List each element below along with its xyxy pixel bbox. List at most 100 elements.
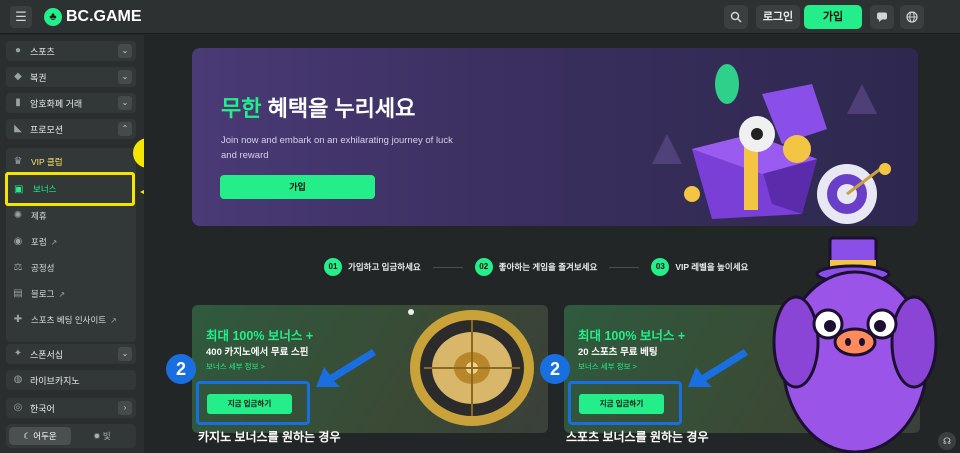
external-link-icon: ↗: [110, 315, 117, 325]
sidebar-item-label: 제휴: [31, 211, 47, 221]
globe-icon: ◎: [13, 402, 23, 413]
scale-icon: ⚖: [13, 262, 23, 273]
sidebar-item-forum[interactable]: ◉ 포럼 ↗: [12, 232, 138, 252]
search-icon: [730, 11, 742, 23]
step-number: 01: [324, 258, 342, 276]
gift-box-illustration: [652, 64, 891, 224]
sidebar-item-affiliate[interactable]: ✺ 제휴: [12, 206, 138, 226]
megaphone-icon: ◣: [14, 123, 22, 134]
theme-dark-button[interactable]: ☾ 어두운: [9, 427, 71, 445]
login-button[interactable]: 로그인: [756, 5, 800, 29]
step-divider: [432, 266, 463, 268]
chevron-up-icon[interactable]: ⌃: [118, 122, 132, 136]
bonus-details-link[interactable]: 보너스 세부 정보 >: [578, 361, 637, 372]
sidebar-item-live-casino[interactable]: ◍ 라이브카지노: [6, 370, 136, 390]
external-link-icon: ↗: [58, 289, 66, 299]
sidebar-item-crypto-trading[interactable]: ▮ 암호화폐 거래 ⌄: [6, 93, 136, 113]
theme-light-button[interactable]: ✹ 빛: [71, 427, 133, 445]
sidebar-item-fairness[interactable]: ⚖ 공정성: [12, 258, 138, 278]
sidebar-item-bonus[interactable]: ▣ 보너스: [8, 175, 132, 203]
ticket-icon: ◆: [14, 71, 22, 82]
sidebar-item-label: 보너스: [33, 184, 57, 194]
step-1: 01 가입하고 입금하세요: [324, 258, 421, 276]
card-subtitle: 20 스포츠 무료 베팅: [578, 347, 658, 358]
step-number: 02: [474, 258, 493, 276]
sidebar-item-sports-insight[interactable]: ✚ 스포츠 베팅 인사이트 ↗: [12, 310, 138, 330]
sidebar-item-label: 블로그: [31, 289, 55, 299]
casino-card-caption: 카지노 보너스를 원하는 경우: [198, 430, 341, 444]
step-2: 02 좋아하는 게임을 즐겨보세요: [474, 258, 598, 276]
step-label: 가입하고 입금하세요: [348, 262, 421, 272]
theme-dark-label: 어두운: [33, 431, 57, 441]
hero-title-rest: 혜택을 누리세요: [261, 96, 416, 121]
blog-icon: ▤: [13, 288, 23, 299]
annotation-arrow-icon: [688, 349, 748, 387]
logo-icon: ♣: [44, 8, 62, 26]
annotation-badge-2: 2: [540, 354, 570, 384]
chevron-down-icon[interactable]: ⌄: [118, 347, 132, 361]
chevron-down-icon[interactable]: ⌄: [118, 70, 132, 84]
sports-deposit-highlight-box: [568, 381, 682, 425]
chevron-down-icon[interactable]: ⌄: [118, 96, 132, 110]
hero-join-button[interactable]: 가입: [220, 175, 375, 199]
sidebar-item-promotions[interactable]: ◣ 프로모션 ⌃: [6, 119, 136, 139]
chat-button[interactable]: [870, 5, 894, 29]
sidebar-item-vip-club[interactable]: ♛ VIP 클럽: [12, 152, 138, 172]
sidebar-item-label: 라이브카지노: [30, 375, 80, 386]
logo[interactable]: ♣ BC.GAME: [44, 6, 142, 28]
steps-row: 01 가입하고 입금하세요 02 좋아하는 게임을 즐겨보세요 03 VIP 레…: [324, 257, 794, 277]
menu-icon[interactable]: ☰: [10, 6, 32, 28]
crown-icon: ♛: [13, 156, 23, 167]
live-icon: ◍: [13, 374, 23, 385]
annotation-badge-2: 2: [166, 354, 196, 384]
casino-deposit-highlight-box: [196, 381, 310, 425]
language-button[interactable]: [900, 5, 924, 29]
handshake-icon: ✦: [13, 348, 23, 359]
sidebar-item-label: 공정성: [31, 263, 55, 273]
sidebar-item-sports[interactable]: ● 스포츠 ⌄: [6, 41, 136, 61]
step-3: 03 VIP 레벨을 높이세요: [651, 258, 748, 276]
forum-icon: ◉: [13, 236, 23, 247]
chat-icon: [877, 12, 887, 22]
sidebar-item-lottery[interactable]: ◆ 복권 ⌄: [6, 67, 136, 87]
step-label: VIP 레벨을 높이세요: [675, 262, 749, 272]
sidebar: ● 스포츠 ⌄ ◆ 복권 ⌄ ▮ 암호화폐 거래 ⌄ ◣ 프로모션 ⌃ ♛ VI…: [0, 35, 144, 453]
step-label: 좋아하는 게임을 즐겨보세요: [498, 262, 598, 272]
sidebar-item-label: 스포츠 베팅 인사이트: [31, 315, 107, 325]
hero-banner: 무한 혜택을 누리세요 Join now and embark on an ex…: [192, 48, 918, 226]
chevron-right-icon[interactable]: ›: [118, 401, 132, 415]
chevron-down-icon[interactable]: ⌄: [118, 44, 132, 58]
sidebar-item-language[interactable]: ◎ 한국어 ›: [6, 398, 136, 418]
bonus-details-link[interactable]: 보너스 세부 정보 >: [206, 361, 265, 372]
step-number: 03: [651, 258, 670, 276]
sidebar-item-label: VIP 클럽: [31, 157, 63, 167]
hero-title: 무한 혜택을 누리세요: [221, 91, 415, 123]
top-bar: ☰ ♣ BC.GAME 로그인 가입: [0, 0, 960, 34]
sidebar-item-label: 복권: [30, 72, 47, 83]
sidebar-item-label: 암호화폐 거래: [30, 98, 83, 109]
logo-text: BC.GAME: [66, 8, 142, 25]
annotation-arrow-icon: [316, 349, 376, 387]
sidebar-item-label: 프로모션: [30, 124, 64, 135]
gift-icon: ▣: [14, 183, 24, 195]
hero-title-highlight: 무한: [221, 96, 262, 121]
search-button[interactable]: [724, 5, 748, 29]
hero-subtitle: Join now and embark on an exhilarating j…: [221, 135, 453, 161]
candlestick-chart-icon: ▮: [15, 97, 21, 108]
insight-icon: ✚: [13, 314, 23, 325]
sports-card-caption: 스포츠 보너스를 원하는 경우: [566, 430, 709, 444]
theme-light-label: 빛: [102, 431, 111, 441]
sidebar-item-label: 한국어: [30, 403, 55, 414]
affiliate-icon: ✺: [13, 210, 23, 221]
sidebar-item-sponsorship[interactable]: ✦ 스폰서십 ⌄: [6, 344, 136, 364]
globe-icon: [906, 11, 918, 23]
sidebar-item-label: 스포츠: [30, 46, 55, 57]
sidebar-item-label: 포럼: [31, 237, 47, 247]
sidebar-item-blog[interactable]: ▤ 블로그 ↗: [12, 284, 138, 304]
support-headset-icon[interactable]: ☊: [938, 432, 956, 450]
join-button[interactable]: 가입: [804, 5, 862, 29]
soccer-ball-icon: ●: [14, 45, 22, 56]
card-title: 최대 100% 보너스 +: [578, 329, 686, 343]
mascot-illustration: [772, 236, 938, 453]
card-subtitle: 400 카지노에서 무료 스핀: [206, 347, 309, 358]
